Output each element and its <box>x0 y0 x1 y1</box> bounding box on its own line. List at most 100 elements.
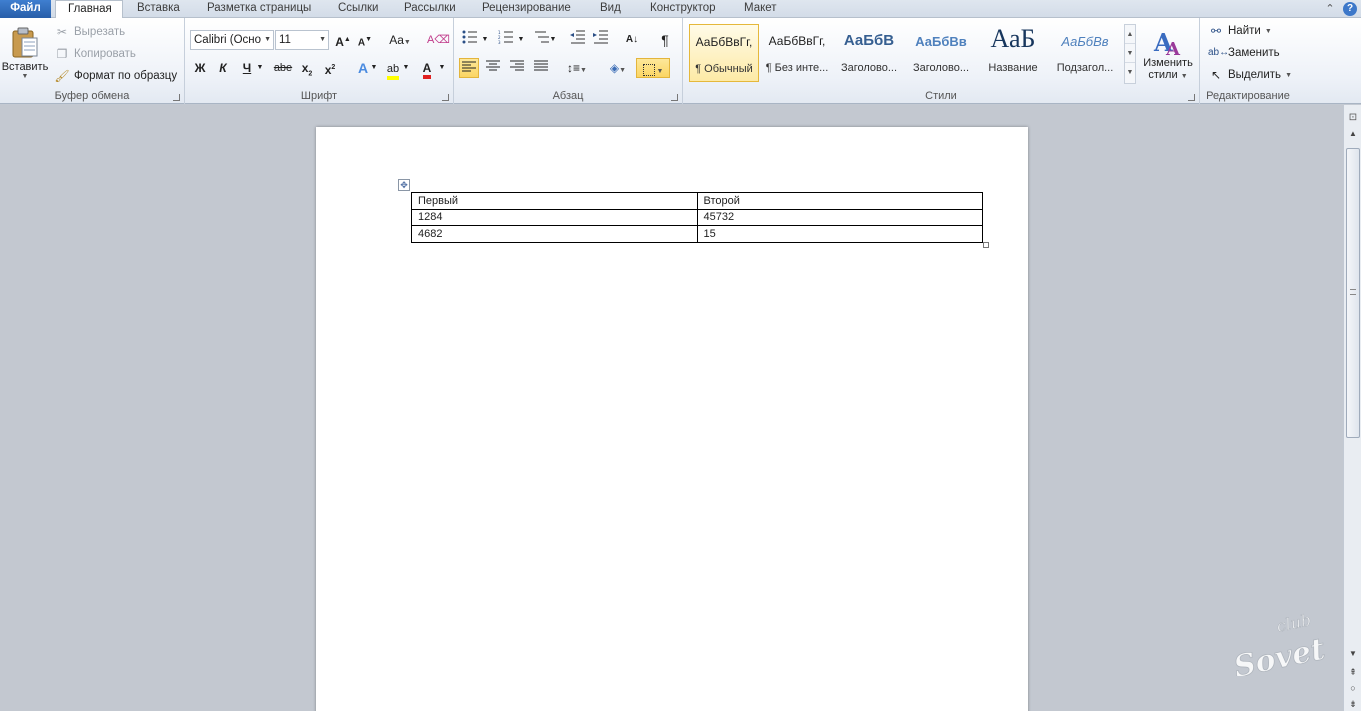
style-subtitle[interactable]: АаБбВв Подзагол... <box>1050 24 1120 82</box>
select-button[interactable]: ↖ Выделить ▼ <box>1208 65 1292 85</box>
numbering-dropdown[interactable]: ▼ <box>516 30 526 50</box>
sort-button[interactable]: A↓ <box>622 30 642 50</box>
text-effects-dropdown[interactable]: ▼ <box>369 58 379 78</box>
tab-design[interactable]: Конструктор <box>638 0 728 18</box>
tab-references[interactable]: Ссылки <box>326 0 391 18</box>
style-no-spacing[interactable]: АаБбВвГг, ¶ Без инте... <box>762 24 832 82</box>
subscript-button[interactable]: x2 <box>297 58 317 78</box>
shrink-font-button[interactable]: A▼ <box>355 30 375 50</box>
clipboard-paste-icon <box>12 27 38 57</box>
grow-font-button[interactable]: A▲ <box>333 30 353 50</box>
style-heading-2[interactable]: АаБбВв Заголово... <box>906 24 976 82</box>
change-case-button[interactable]: Aa▼ <box>386 30 414 50</box>
document-page[interactable]: ✥ Первый Второй 1284 45732 4682 15 <box>316 127 1028 711</box>
style-name: Заголово... <box>840 62 898 74</box>
styles-gallery-scroll[interactable]: ▲ ▼ ▼ <box>1124 24 1136 84</box>
align-right-button[interactable] <box>507 58 527 78</box>
font-name-combo[interactable]: Calibri (Осно ▼ <box>190 30 274 50</box>
document-table[interactable]: Первый Второй 1284 45732 4682 15 <box>411 192 983 243</box>
underline-button[interactable]: Ч <box>237 58 257 78</box>
show-formatting-marks-button[interactable]: ¶ <box>655 30 675 50</box>
tab-file[interactable]: Файл <box>0 0 51 18</box>
tab-review[interactable]: Рецензирование <box>470 0 583 18</box>
bullets-dropdown[interactable]: ▼ <box>480 30 490 50</box>
styles-dialog-launcher-icon[interactable] <box>1188 94 1195 101</box>
highlight-button[interactable]: ab <box>383 58 403 80</box>
paste-label: Вставить <box>1 60 49 73</box>
numbering-button[interactable]: 123 <box>496 30 516 50</box>
increase-indent-button[interactable] <box>591 30 611 50</box>
style-name: Заголово... <box>912 62 970 74</box>
clear-formatting-button[interactable]: A⌫ <box>427 30 450 50</box>
group-clipboard: Вставить ▼ ✂ Вырезать ❐ Копировать 🖌 Фор… <box>0 18 185 104</box>
gallery-down-icon[interactable]: ▼ <box>1125 44 1135 63</box>
paste-dropdown-icon[interactable]: ▼ <box>22 73 29 80</box>
font-size-value: 11 <box>279 34 291 46</box>
tab-page-layout[interactable]: Разметка страницы <box>195 0 323 18</box>
copy-button[interactable]: ❐ Копировать <box>54 44 136 64</box>
justify-button[interactable] <box>531 58 551 78</box>
font-color-dropdown[interactable]: ▼ <box>437 58 447 78</box>
scrollbar-thumb[interactable] <box>1346 148 1360 438</box>
italic-button[interactable]: К <box>213 58 233 78</box>
change-styles-icon: A A <box>1153 28 1181 57</box>
paint-bucket-icon: ◈ <box>609 61 620 75</box>
minimize-ribbon-icon[interactable]: ⌃ <box>1323 2 1337 16</box>
clipboard-dialog-launcher-icon[interactable] <box>173 94 180 101</box>
gallery-more-icon[interactable]: ▼ <box>1125 63 1135 82</box>
font-size-combo[interactable]: 11 ▼ <box>275 30 329 50</box>
help-icon[interactable]: ? <box>1343 2 1357 16</box>
replace-button[interactable]: ab↔ Заменить <box>1208 43 1280 63</box>
format-painter-button[interactable]: 🖌 Формат по образцу <box>54 66 177 86</box>
ruler-toggle-icon[interactable]: ⊡ <box>1346 111 1360 125</box>
align-left-button[interactable] <box>459 58 479 78</box>
table-cell[interactable]: 15 <box>696 225 983 243</box>
bullets-button[interactable] <box>460 30 480 50</box>
table-cell[interactable]: Первый <box>411 192 698 210</box>
chevron-down-icon: ▼ <box>580 67 587 74</box>
select-browse-object-icon[interactable]: ○ <box>1347 683 1359 695</box>
style-normal[interactable]: АаБбВвГг, ¶ Обычный <box>689 24 759 82</box>
tab-layout[interactable]: Макет <box>732 0 789 18</box>
borders-button[interactable]: ▼ <box>636 58 670 78</box>
tab-insert[interactable]: Вставка <box>125 0 192 18</box>
table-move-handle-icon[interactable]: ✥ <box>398 179 410 191</box>
table-resize-handle[interactable] <box>983 242 989 248</box>
tab-view[interactable]: Вид <box>588 0 633 18</box>
strikethrough-button[interactable]: abe <box>271 58 295 78</box>
table-cell[interactable]: 4682 <box>411 225 698 243</box>
align-right-icon <box>510 60 524 71</box>
decrease-indent-button[interactable] <box>568 30 588 50</box>
scroll-down-icon[interactable]: ▼ <box>1347 649 1359 661</box>
style-heading-1[interactable]: АаБбВ Заголово... <box>834 24 904 82</box>
highlight-dropdown[interactable]: ▼ <box>401 58 411 78</box>
vertical-scrollbar[interactable]: ⊡ ▲ ▼ ⇞ ○ ⇟ <box>1343 105 1361 711</box>
gallery-up-icon[interactable]: ▲ <box>1125 25 1135 44</box>
shading-button[interactable]: ◈▼ <box>604 58 632 78</box>
underline-dropdown[interactable]: ▼ <box>255 58 265 78</box>
change-styles-button[interactable]: A A Изменить стили ▼ <box>1139 22 1197 88</box>
align-center-button[interactable] <box>483 58 503 78</box>
tab-mailings[interactable]: Рассылки <box>392 0 468 18</box>
table-cell[interactable]: 1284 <box>411 208 698 226</box>
table-cell[interactable]: Второй <box>696 192 983 210</box>
tab-home[interactable]: Главная <box>55 0 123 19</box>
next-page-icon[interactable]: ⇟ <box>1347 699 1359 711</box>
group-editing: ⚯ Найти ▼ ab↔ Заменить ↖ Выделить ▼ Реда… <box>1200 18 1296 104</box>
font-color-button[interactable]: A <box>417 58 437 79</box>
paste-button[interactable]: Вставить ▼ <box>2 22 48 84</box>
find-button[interactable]: ⚯ Найти ▼ <box>1208 21 1272 41</box>
bold-button[interactable]: Ж <box>190 58 210 78</box>
cut-button[interactable]: ✂ Вырезать <box>54 22 125 42</box>
previous-page-icon[interactable]: ⇞ <box>1347 667 1359 679</box>
paragraph-dialog-launcher-icon[interactable] <box>671 94 678 101</box>
scroll-up-icon[interactable]: ▲ <box>1347 129 1359 141</box>
group-label-editing: Редактирование <box>1206 90 1290 102</box>
table-cell[interactable]: 45732 <box>696 208 983 226</box>
style-title[interactable]: АаБ Название <box>978 24 1048 82</box>
font-dialog-launcher-icon[interactable] <box>442 94 449 101</box>
change-styles-label-2-text: стили <box>1148 69 1178 81</box>
line-spacing-button[interactable]: ↕≡▼ <box>564 58 590 78</box>
superscript-button[interactable]: x2 <box>320 58 340 78</box>
multilevel-list-dropdown[interactable]: ▼ <box>548 30 558 50</box>
